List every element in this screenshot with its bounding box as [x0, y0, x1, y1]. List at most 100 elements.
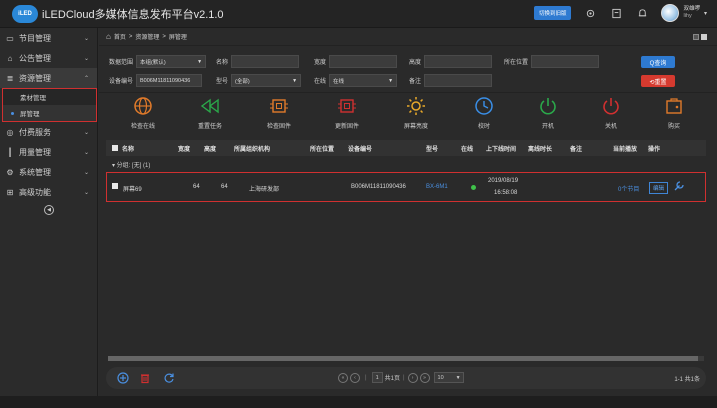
query-button[interactable]: Q查询 — [641, 56, 675, 68]
width-input[interactable] — [329, 55, 398, 68]
record-count: 1-1 共1条 — [674, 377, 700, 383]
col-actions: 操作 — [648, 146, 661, 153]
wrench-icon[interactable] — [673, 180, 685, 194]
bell-icon[interactable] — [635, 6, 649, 20]
refresh-icon[interactable] — [162, 371, 176, 385]
cell-model[interactable]: BX-6M1 — [426, 184, 448, 190]
tool-label: 更新固件 — [334, 124, 359, 130]
scrollbar-thumb[interactable] — [108, 356, 698, 361]
breadcrumb-home[interactable]: 首页 — [114, 32, 126, 41]
online-select[interactable]: 在线 ▼ — [329, 74, 398, 87]
view-toggle[interactable] — [691, 34, 707, 40]
page-size-value: 10 — [437, 374, 444, 381]
sidebar-item-usage[interactable]: ┃ 用量管理 ⌄ — [0, 142, 97, 162]
col-time[interactable]: 上下线时间 — [486, 144, 516, 153]
col-org[interactable]: 所属组织机构 — [234, 144, 270, 153]
page-input[interactable]: 1 — [371, 372, 383, 383]
switch-version-button[interactable]: 切换到旧版 — [533, 6, 572, 20]
sidebar-item-announcement[interactable]: ⌂ 公告管理 ⌄ — [0, 48, 97, 68]
avatar[interactable] — [661, 4, 680, 22]
message-icon[interactable] — [609, 6, 623, 20]
location-label: 所在位置 — [504, 60, 529, 66]
tool-label: 开机 — [541, 124, 554, 130]
breadcrumb-screen: 屏管理 — [168, 35, 187, 41]
power-off-button[interactable]: 关机 — [586, 95, 636, 130]
sidebar-item-system[interactable]: ⚙ 系统管理 ⌄ — [0, 162, 97, 182]
chevron-down-icon[interactable]: ▾ — [704, 10, 707, 17]
chevron-down-icon: ⌄ — [83, 189, 89, 196]
col-playing[interactable]: 当前播放 — [613, 144, 637, 153]
pager-divider: | — [402, 374, 405, 381]
power-on-button[interactable]: 开机 — [523, 95, 573, 130]
cell-playing[interactable]: 0个节目 — [618, 184, 639, 193]
col-name[interactable]: 名称 — [122, 144, 134, 153]
dropdown-arrow-icon: ▼ — [292, 77, 298, 84]
view-toggle-off[interactable] — [693, 34, 699, 40]
sidebar-item-program[interactable]: ▭ 节目管理 ⌄ — [0, 28, 97, 48]
col-width[interactable]: 宽度 — [178, 144, 190, 153]
col-location[interactable]: 所在位置 — [310, 144, 334, 153]
model-value: (全部) — [235, 78, 250, 85]
edit-button[interactable]: 编辑 — [649, 182, 669, 194]
chip-update-icon — [322, 95, 372, 117]
resource-submenu: 素材管理 屏管理 — [2, 88, 97, 122]
table-row[interactable]: 屏幕69 64 64 上海研发部 B006M11811090436 BX-6M1… — [106, 172, 706, 202]
first-page-icon[interactable]: « — [338, 372, 348, 383]
brightness-button[interactable]: 屏幕亮度 — [391, 95, 441, 130]
check-online-button[interactable]: 检查在线 — [118, 95, 168, 130]
settings-icon[interactable] — [583, 6, 597, 20]
user-handle: lihy — [683, 13, 692, 19]
reset-button[interactable]: ⟲重置 — [641, 75, 675, 87]
page-total: 共1页 — [384, 376, 400, 382]
height-input[interactable] — [424, 55, 493, 68]
table-header: 名称 宽度 高度 所属组织机构 所在位置 设备编号 型号 在线 上下线时间 离线… — [106, 140, 706, 156]
user-info[interactable]: 双雄啰 lihy — [683, 6, 700, 20]
chevron-down-icon: ⌄ — [83, 35, 89, 42]
sidebar-item-resource[interactable]: ≣ 资源管理 ⌃ — [0, 68, 97, 88]
tool-label: 检查固件 — [266, 124, 291, 130]
home-icon[interactable]: ⌂ — [106, 32, 111, 41]
row-checkbox[interactable] — [112, 183, 118, 189]
check-firmware-button[interactable]: 检查固件 — [254, 95, 304, 130]
view-toggle-on[interactable] — [701, 34, 707, 40]
name-input[interactable] — [231, 55, 300, 68]
horizontal-scrollbar[interactable] — [108, 356, 704, 361]
last-page-icon[interactable]: » — [419, 372, 430, 383]
chip-check-icon — [254, 95, 304, 117]
model-select[interactable]: (全部) ▼ — [231, 74, 302, 87]
group-row[interactable]: ▾ 分组: [无] (1) — [106, 160, 150, 169]
online-label: 在线 — [314, 79, 327, 85]
remark-input[interactable] — [424, 74, 493, 87]
select-all-checkbox[interactable] — [112, 145, 118, 151]
add-icon[interactable] — [116, 371, 130, 385]
delete-icon[interactable] — [138, 371, 152, 385]
cell-time-clock: 16:58:08 — [494, 190, 518, 196]
clock-icon — [459, 95, 509, 117]
scope-select[interactable]: 本组(默认) ▼ — [136, 55, 207, 68]
sidebar-item-payment[interactable]: ◎ 付费服务 ⌄ — [0, 122, 97, 142]
page-size-select[interactable]: 10 ▼ — [433, 372, 464, 383]
time-sync-button[interactable]: 校时 — [459, 95, 509, 130]
col-offline[interactable]: 离线时长 — [528, 144, 552, 153]
location-input[interactable] — [531, 55, 600, 68]
sidebar-item-advanced[interactable]: ⊞ 高级功能 ⌄ — [0, 182, 97, 202]
next-page-icon[interactable]: › — [407, 372, 418, 383]
col-device[interactable]: 设备编号 — [348, 144, 372, 153]
sidebar-subitem-material[interactable]: 素材管理 — [3, 89, 96, 105]
sidebar-subitem-screen[interactable]: 屏管理 — [3, 105, 96, 121]
col-model[interactable]: 型号 — [426, 144, 438, 153]
update-firmware-button[interactable]: 更新固件 — [322, 95, 372, 130]
collapse-sidebar-icon[interactable]: ◀ — [44, 205, 54, 215]
gear-icon: ⚙ — [6, 167, 14, 177]
col-height[interactable]: 高度 — [204, 144, 216, 153]
col-remark[interactable]: 备注 — [570, 144, 582, 153]
advanced-icon: ⊞ — [6, 187, 14, 197]
breadcrumb-resource[interactable]: 资源管理 — [135, 32, 159, 41]
purchase-button[interactable]: 购买 — [649, 95, 699, 130]
prev-page-icon[interactable]: ‹ — [350, 372, 360, 383]
device-input[interactable]: B006M11811090436 — [136, 74, 203, 87]
reset-task-button[interactable]: 重置任务 — [185, 95, 235, 130]
pager-divider: | — [365, 374, 367, 381]
online-value: 在线 — [333, 78, 345, 85]
col-online[interactable]: 在线 — [461, 144, 473, 153]
